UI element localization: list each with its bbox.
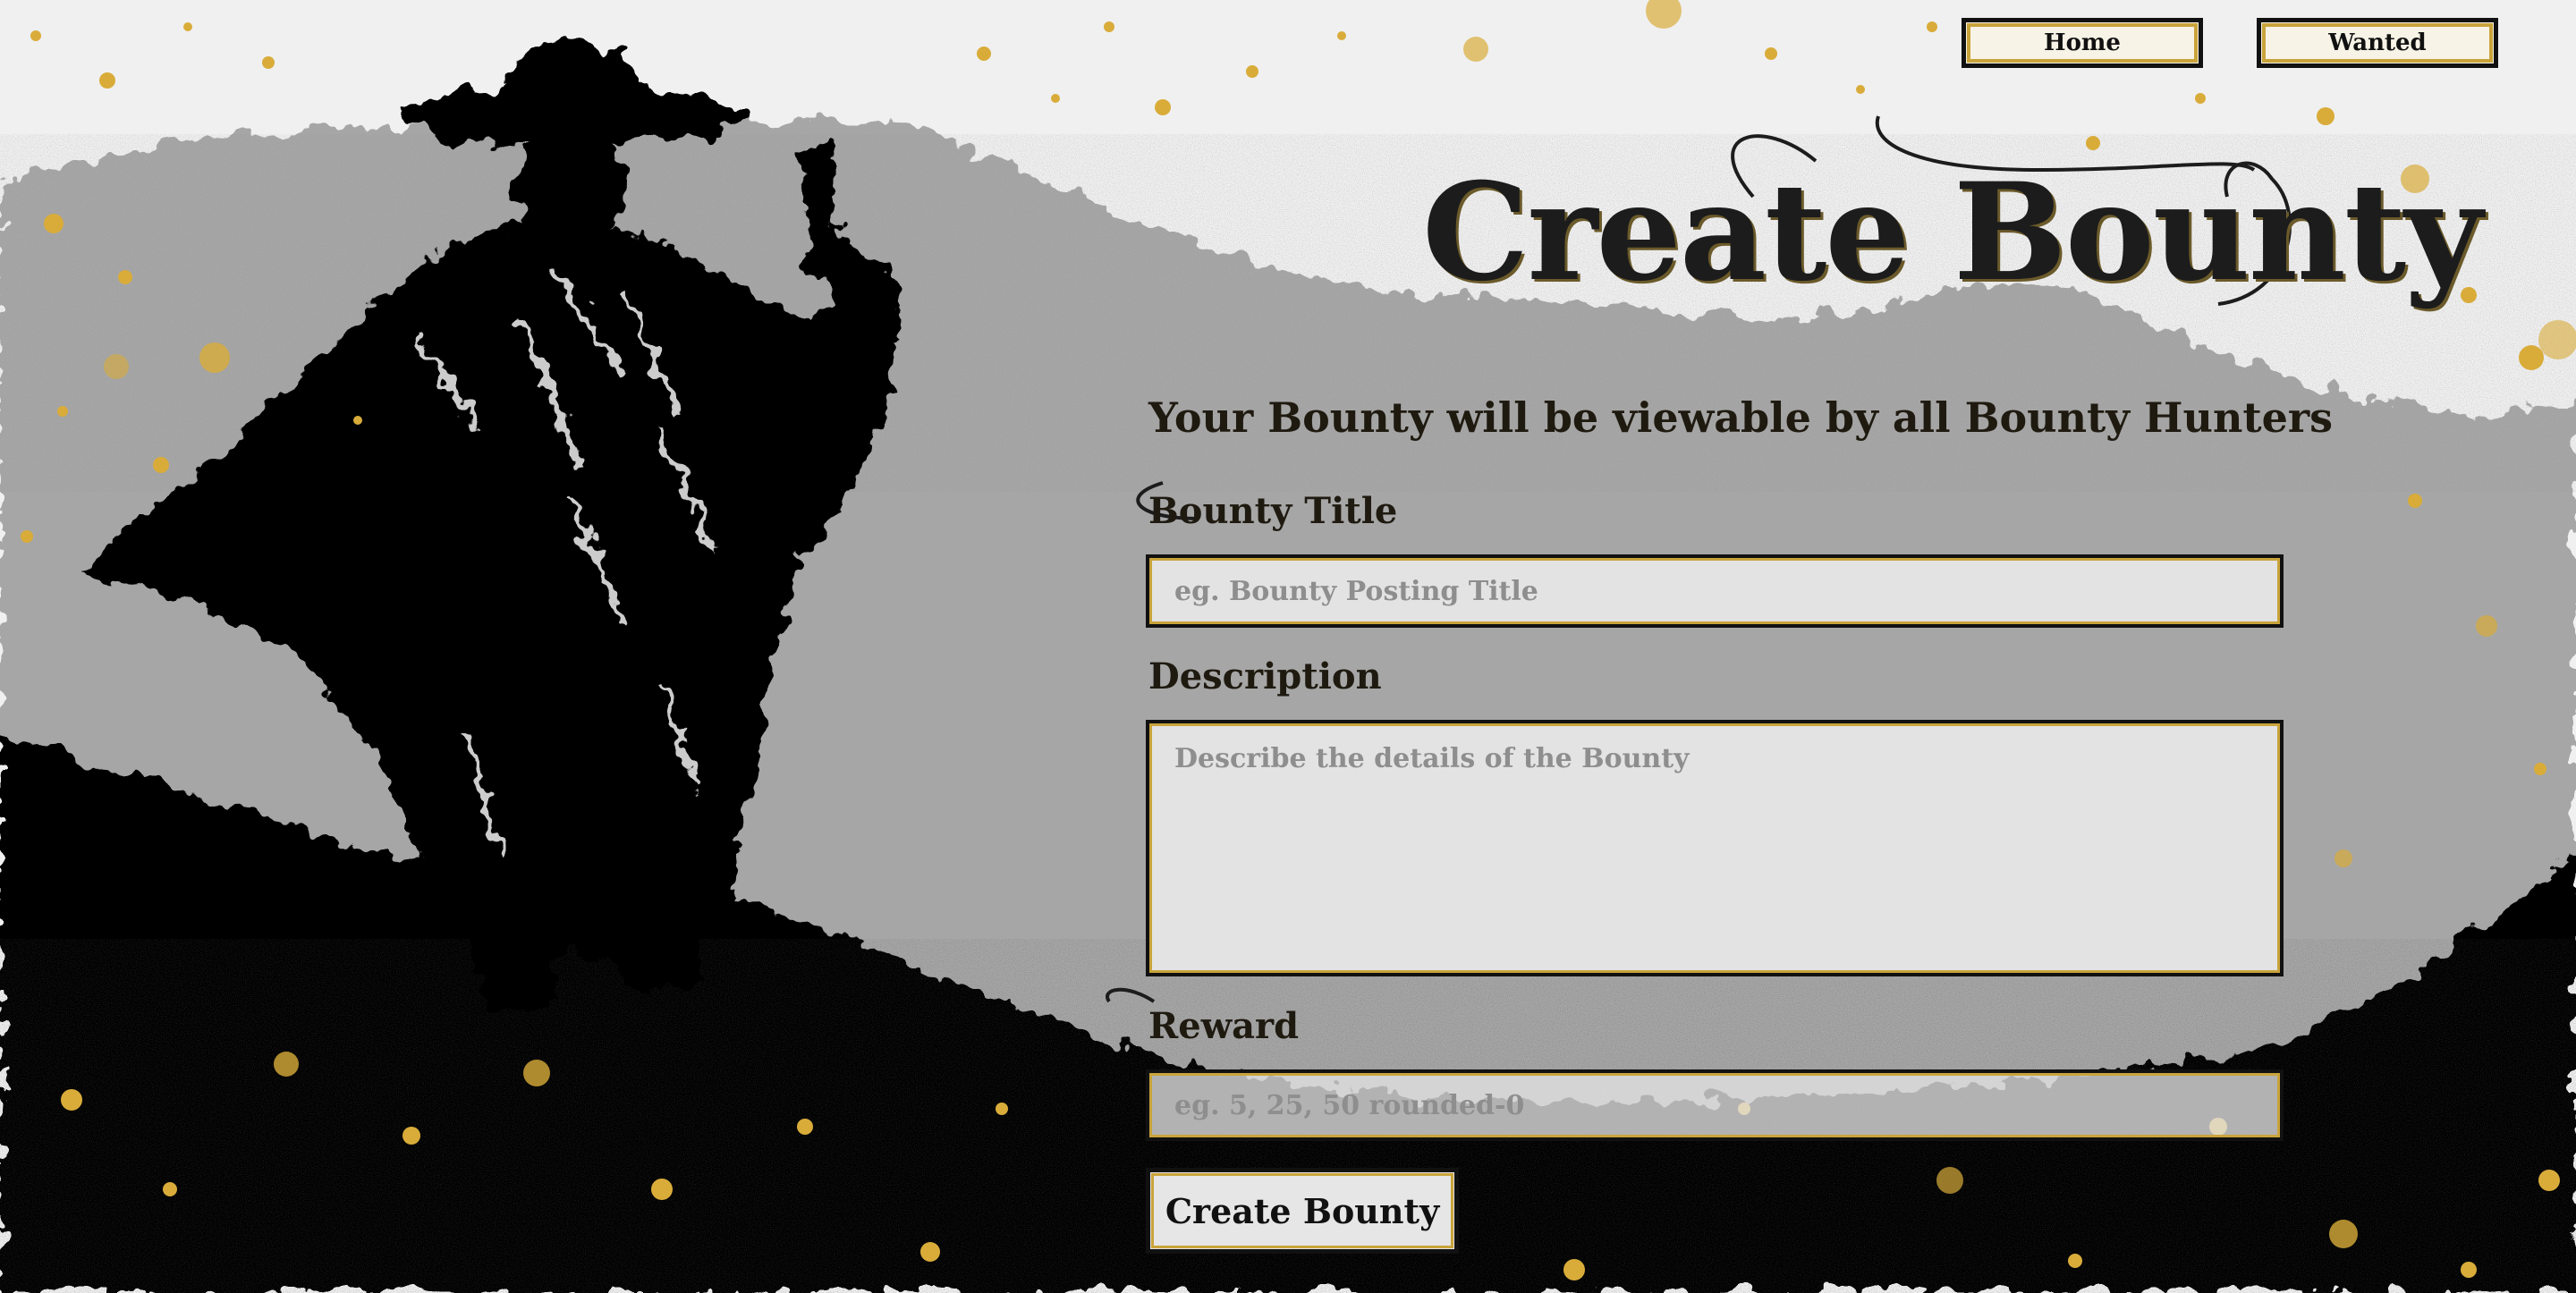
description-label: Description [1148,655,1382,697]
reward-input[interactable] [1146,1069,2284,1141]
home-button[interactable]: Home [1962,18,2203,68]
create-bounty-button[interactable]: Create Bounty [1146,1168,1459,1254]
wanted-button[interactable]: Wanted [2257,18,2498,68]
bounty-title-input[interactable] [1146,554,2284,628]
reward-label: Reward [1148,1005,1300,1047]
bounty-title-label: Bounty Title [1148,490,1398,532]
description-textarea[interactable] [1146,720,2284,976]
page-title: Create Bounty [1422,154,2482,311]
page-subtitle: Your Bounty will be viewable by all Boun… [1148,393,2334,442]
